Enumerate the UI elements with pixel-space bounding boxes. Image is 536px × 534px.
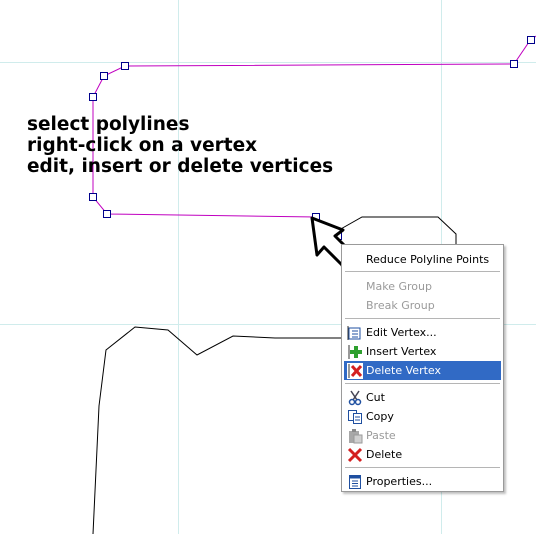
vertex-handle[interactable] bbox=[510, 60, 518, 68]
menu-separator bbox=[345, 271, 500, 272]
properties-icon bbox=[349, 475, 361, 489]
menu-separator bbox=[345, 383, 500, 384]
paste-icon bbox=[349, 429, 363, 444]
menu-item-label: Reduce Polyline Points bbox=[366, 253, 490, 266]
scissors-icon bbox=[348, 390, 362, 406]
menu-separator bbox=[345, 467, 500, 468]
copy-icon bbox=[348, 410, 362, 424]
vertex-handle[interactable] bbox=[100, 72, 108, 80]
vertex-handle[interactable] bbox=[89, 93, 97, 101]
menu-item-cut[interactable]: Cut bbox=[344, 388, 501, 407]
menu-item-reduce-points[interactable]: Reduce Polyline Points bbox=[344, 250, 501, 269]
context-menu: Reduce Polyline Points Make Group Break … bbox=[341, 244, 504, 492]
menu-item-label: Properties... bbox=[366, 475, 433, 488]
menu-item-label: Edit Vertex... bbox=[366, 326, 437, 339]
menu-item-label: Delete bbox=[366, 448, 403, 461]
menu-item-edit-vertex[interactable]: Edit Vertex... bbox=[344, 323, 501, 342]
edit-vertex-icon bbox=[347, 326, 361, 340]
red-x-icon bbox=[347, 447, 363, 463]
menu-item-properties[interactable]: Properties... bbox=[344, 472, 501, 491]
menu-item-label: Delete Vertex bbox=[366, 364, 441, 377]
instruction-line: select polylines bbox=[27, 114, 190, 135]
vertex-handle[interactable] bbox=[121, 62, 129, 70]
menu-item-insert-vertex[interactable]: Insert Vertex bbox=[344, 342, 501, 361]
delete-vertex-icon bbox=[347, 363, 363, 379]
menu-item-label: Make Group bbox=[366, 280, 432, 293]
menu-item-label: Paste bbox=[366, 429, 396, 442]
menu-item-paste[interactable]: Paste bbox=[344, 426, 501, 445]
instructions-text: select polylines right-click on a vertex… bbox=[27, 114, 333, 177]
menu-item-make-group[interactable]: Make Group bbox=[344, 277, 501, 296]
menu-item-copy[interactable]: Copy bbox=[344, 407, 501, 426]
instruction-line: edit, insert or delete vertices bbox=[27, 156, 334, 177]
menu-item-label: Copy bbox=[366, 410, 394, 423]
menu-item-label: Break Group bbox=[366, 299, 435, 312]
menu-separator bbox=[345, 318, 500, 319]
vertex-handle[interactable] bbox=[103, 210, 111, 218]
menu-item-break-group[interactable]: Break Group bbox=[344, 296, 501, 315]
vertex-handle[interactable] bbox=[89, 193, 97, 201]
menu-item-delete-vertex[interactable]: Delete Vertex bbox=[344, 361, 501, 380]
insert-vertex-icon bbox=[348, 345, 362, 359]
menu-item-label: Insert Vertex bbox=[366, 345, 437, 358]
vertex-handle[interactable] bbox=[527, 36, 535, 44]
instruction-line: right-click on a vertex bbox=[27, 135, 258, 156]
menu-item-delete[interactable]: Delete bbox=[344, 445, 501, 464]
menu-item-label: Cut bbox=[366, 391, 385, 404]
